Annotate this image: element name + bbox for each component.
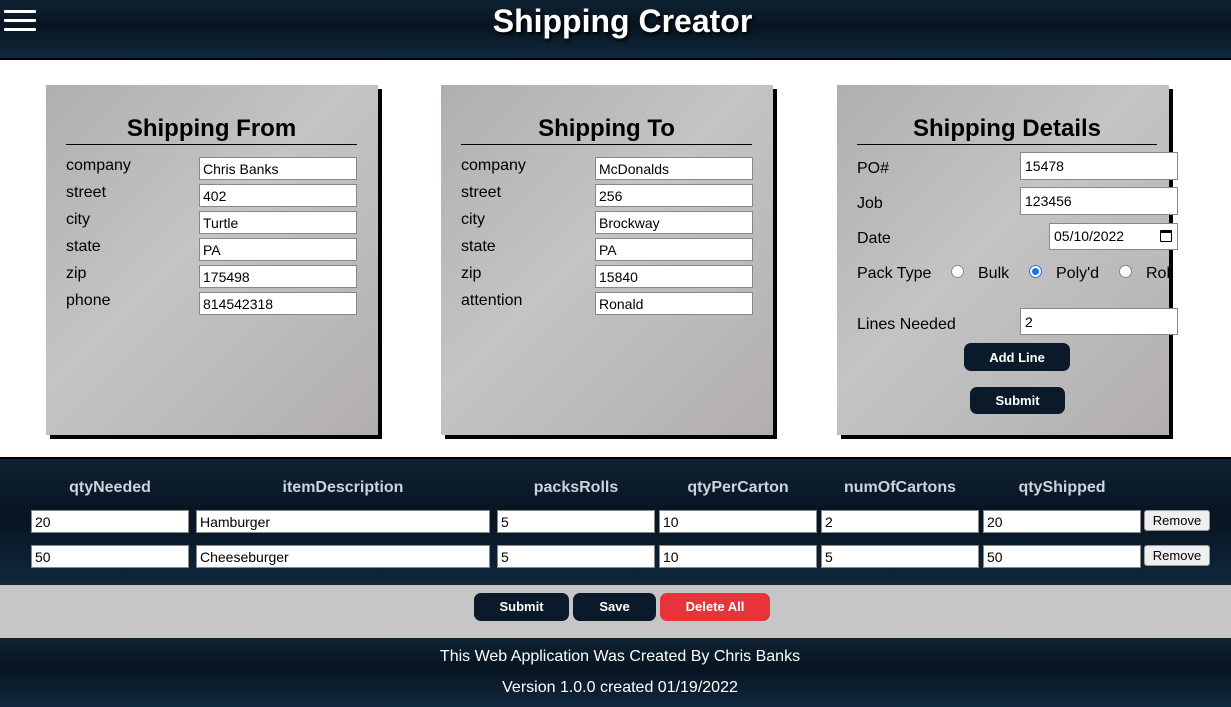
from-city-label: city bbox=[66, 211, 90, 228]
from-company-input[interactable] bbox=[199, 157, 357, 180]
lines-needed-label: Lines Needed bbox=[857, 316, 956, 333]
to-state-label: state bbox=[461, 238, 496, 255]
calendar-icon[interactable] bbox=[1160, 230, 1172, 242]
to-city-input[interactable] bbox=[595, 211, 753, 234]
from-zip-label: zip bbox=[66, 265, 87, 282]
pack-roll-radio[interactable] bbox=[1119, 265, 1132, 278]
to-attention-label: attention bbox=[461, 292, 523, 309]
action-bar: Submit Save Delete All bbox=[0, 585, 1231, 638]
line-1-num-of-cartons-input[interactable] bbox=[821, 510, 979, 533]
app-footer: This Web Application Was Created By Chri… bbox=[0, 638, 1231, 707]
shipping-details-card: Shipping Details PO# Job Date 05/10/2022… bbox=[837, 85, 1178, 435]
line-1-qty-per-carton-input[interactable] bbox=[659, 510, 817, 533]
app-header: Shipping Creator bbox=[0, 0, 1231, 60]
footer-version: Version 1.0.0 created 01/19/2022 bbox=[502, 679, 738, 696]
pack-roll-label: Roll bbox=[1146, 265, 1174, 282]
line-items-section: qtyNeeded itemDescription packsRolls qty… bbox=[0, 457, 1231, 585]
line-2-item-description-input[interactable] bbox=[196, 545, 490, 568]
add-line-button[interactable]: Add Line bbox=[964, 343, 1070, 371]
col-header-num-of-cartons: numOfCartons bbox=[844, 479, 956, 496]
po-number-input[interactable] bbox=[1020, 152, 1178, 180]
line-2-qty-shipped-input[interactable] bbox=[983, 545, 1141, 568]
pack-polyd-label: Poly'd bbox=[1056, 265, 1100, 282]
details-submit-button[interactable]: Submit bbox=[970, 387, 1065, 414]
pack-bulk-label: Bulk bbox=[978, 265, 1010, 282]
job-label: Job bbox=[857, 195, 883, 212]
date-label: Date bbox=[857, 230, 891, 247]
to-zip-input[interactable] bbox=[595, 265, 753, 288]
col-header-item-description: itemDescription bbox=[282, 479, 404, 496]
lines-needed-input[interactable] bbox=[1020, 308, 1178, 335]
to-company-label: company bbox=[461, 157, 526, 174]
to-street-input[interactable] bbox=[595, 184, 753, 207]
from-street-label: street bbox=[66, 184, 107, 201]
shipping-from-title: Shipping From bbox=[66, 115, 357, 145]
shipping-to-card: Shipping To company street city state zi… bbox=[441, 85, 773, 435]
to-zip-label: zip bbox=[461, 265, 482, 282]
footer-credit: This Web Application Was Created By Chri… bbox=[439, 648, 801, 665]
pack-bulk-radio[interactable] bbox=[951, 265, 964, 278]
line-1-qty-shipped-input[interactable] bbox=[983, 510, 1141, 533]
page-title: Shipping Creator bbox=[492, 3, 753, 39]
from-city-input[interactable] bbox=[199, 211, 357, 234]
submit-button[interactable]: Submit bbox=[474, 593, 569, 621]
shipping-details-title: Shipping Details bbox=[857, 115, 1157, 145]
col-header-qty-shipped: qtyShipped bbox=[1018, 479, 1106, 496]
to-street-label: street bbox=[461, 184, 502, 201]
from-state-label: state bbox=[66, 238, 101, 255]
line-2-packs-rolls-input[interactable] bbox=[497, 545, 655, 568]
delete-all-button[interactable]: Delete All bbox=[660, 593, 770, 621]
line-2-num-of-cartons-input[interactable] bbox=[821, 545, 979, 568]
to-state-input[interactable] bbox=[595, 238, 753, 261]
pack-polyd-radio[interactable] bbox=[1029, 265, 1042, 278]
line-1-item-description-input[interactable] bbox=[196, 510, 490, 533]
pack-type-label: Pack Type bbox=[857, 265, 932, 282]
line-2-qty-needed-input[interactable] bbox=[31, 545, 189, 568]
col-header-qty-needed: qtyNeeded bbox=[69, 479, 151, 496]
date-value: 05/10/2022 bbox=[1054, 228, 1125, 244]
line-1-remove-button[interactable]: Remove bbox=[1144, 510, 1210, 531]
col-header-qty-per-carton: qtyPerCarton bbox=[687, 479, 789, 496]
job-input[interactable] bbox=[1020, 187, 1178, 215]
save-button[interactable]: Save bbox=[573, 593, 656, 621]
line-2-qty-per-carton-input[interactable] bbox=[659, 545, 817, 568]
to-attention-input[interactable] bbox=[595, 292, 753, 315]
col-header-packs-rolls: packsRolls bbox=[533, 479, 619, 496]
from-phone-label: phone bbox=[66, 292, 111, 309]
po-label: PO# bbox=[857, 160, 890, 177]
from-state-input[interactable] bbox=[199, 238, 357, 261]
from-street-input[interactable] bbox=[199, 184, 357, 207]
shipping-to-title: Shipping To bbox=[461, 115, 752, 145]
line-2-remove-button[interactable]: Remove bbox=[1144, 545, 1210, 566]
from-company-label: company bbox=[66, 157, 131, 174]
from-zip-input[interactable] bbox=[199, 265, 357, 288]
date-input[interactable]: 05/10/2022 bbox=[1049, 223, 1178, 250]
to-city-label: city bbox=[461, 211, 485, 228]
line-1-qty-needed-input[interactable] bbox=[31, 510, 189, 533]
shipping-from-card: Shipping From company street city state … bbox=[46, 85, 378, 435]
to-company-input[interactable] bbox=[595, 157, 753, 180]
from-phone-input[interactable] bbox=[199, 292, 357, 315]
line-1-packs-rolls-input[interactable] bbox=[497, 510, 655, 533]
